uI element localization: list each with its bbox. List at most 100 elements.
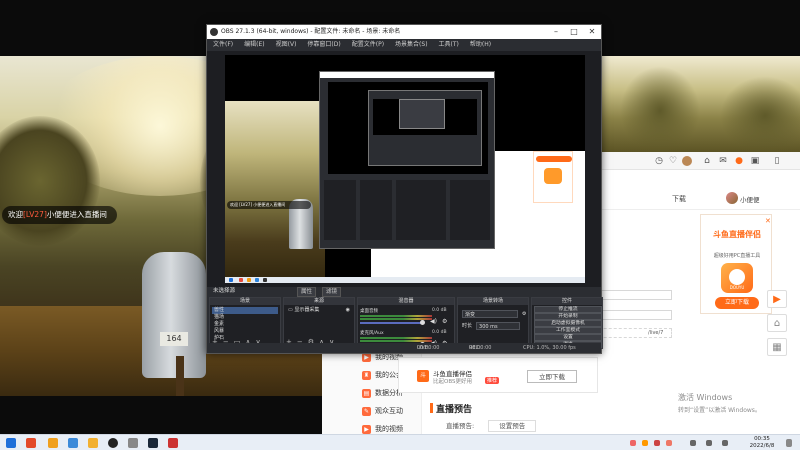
app-icon-2[interactable] [48,438,58,448]
menu-help[interactable]: 帮助(H) [470,39,491,51]
preview-promo-card [533,151,573,203]
scene-item[interactable]: 猫场 [212,314,278,321]
nested-dock [450,180,490,240]
obs-preview-canvas[interactable]: 欢迎 [LV27] 小便便进入直播间 [225,55,585,283]
gear-icon[interactable]: ⚙ [522,310,526,318]
duration-input[interactable]: 300 ms [476,322,521,330]
tray-icon[interactable] [666,440,672,446]
transition-select[interactable]: 渐变 [462,310,518,318]
app-icon-3[interactable] [88,438,98,448]
app-icon-1[interactable] [26,438,36,448]
filters-button[interactable]: 滤镜 [322,287,342,297]
live-time: 00:00:00 [417,345,440,351]
volume-icon[interactable] [706,440,712,446]
activate-line1: 激活 Windows [678,393,733,402]
sidebar-item-interaction[interactable]: ✎ 观众互动 [362,404,403,418]
channel-name: 麦克风/Aux [360,331,384,336]
sidebar-item-label: 我的视频 [375,425,403,433]
close-icon[interactable]: ✕ [765,217,771,225]
speaker-icon[interactable]: ◀) [430,318,437,325]
visibility-icon[interactable]: ◉ [346,307,352,314]
shirt-icon[interactable]: ⌂ [702,156,712,166]
menu-file[interactable]: 文件(F) [213,39,233,51]
obs-taskbar-icon[interactable] [108,438,118,448]
duration-label: 时长 [462,323,473,329]
start-recording-button[interactable]: 开始录制 [534,313,602,320]
volume-slider-handle[interactable] [420,320,425,325]
notification-icon[interactable] [786,439,792,447]
recharge-icon[interactable]: ● [734,156,744,166]
source-actions: 属性 滤镜 [297,287,342,297]
tree [720,76,800,152]
network-icon[interactable] [690,440,696,446]
mailbox-number: 164 [160,332,188,346]
input-method-icon[interactable] [722,440,728,446]
gear-icon[interactable]: ⚙ [442,318,447,325]
scene-item[interactable]: 兽性 [212,307,278,314]
obs-preview-area: 欢迎 [LV27] 小便便进入直播间 [207,51,601,287]
channel-db: 0.0 dB [432,330,447,335]
clock-date: 2022/6/8 [749,443,775,449]
history-icon[interactable]: ◷ [654,156,664,166]
gift-icon[interactable]: ✉ [718,156,728,166]
browser-icon[interactable] [68,438,78,448]
start-menu-icon[interactable] [6,438,16,448]
menu-profile[interactable]: 配置文件(P) [352,39,384,51]
home-icon[interactable]: ⌂ [767,314,787,332]
menu-edit[interactable]: 编辑(E) [244,39,264,51]
scenes-dock: 场景 兽性 猫场 金素 风暴 炉石 + − ▭ ∧ ∨ [209,297,281,349]
app-icon[interactable]: ▣ [750,156,760,166]
download-button[interactable]: 立即下载 [527,370,577,383]
chat-icon: ✎ [362,406,371,416]
properties-button[interactable]: 属性 [297,287,317,297]
stop-streaming-button[interactable]: 停止推流 [534,306,602,313]
app-icon-4[interactable] [128,438,138,448]
set-preview-button[interactable]: 设置预告 [488,420,537,432]
play-icon[interactable]: ▶ [767,290,787,308]
transitions-header: 场景转场 [458,298,528,305]
guild-icon: ♜ [362,370,371,380]
volume-slider[interactable] [360,322,422,324]
source-item[interactable]: ▭ 显示器采集 ◉ [286,307,352,314]
tray-icon[interactable] [654,440,660,446]
heart-icon[interactable]: ♡ [668,156,678,166]
obs-logo-icon [210,28,218,36]
steam-icon[interactable] [148,438,158,448]
download-link[interactable]: 下载 [672,194,686,204]
close-icon[interactable]: ✕ [583,25,601,39]
app-icon-5[interactable] [168,438,178,448]
live-preview-row: 直播预告: 设置预告 [446,420,537,432]
app-grid-icon[interactable]: ▦ [767,338,787,356]
sidebar-item-analytics[interactable]: ▤ 数据分析 [362,386,403,400]
nested-dock [396,180,446,240]
username[interactable]: 小便便 [740,194,760,204]
minimize-icon[interactable]: – [547,25,565,39]
menu-scene-collection[interactable]: 场景集合(S) [395,39,428,51]
settings-button[interactable]: 设置 [534,334,602,341]
maximize-icon[interactable]: □ [565,25,583,39]
avatar[interactable] [726,192,738,204]
mixer-channel-desktop: 桌面音频 0.0 dB ◀) ⚙ [360,308,452,326]
clock[interactable]: 00:35 2022/6/8 [742,436,782,450]
preview-start-icon [229,278,233,282]
preview-app-icon [239,278,243,282]
virtual-camera-button[interactable]: 启动虚拟摄像机 [534,320,602,327]
preview-promo-title [536,156,572,162]
tray-icon[interactable] [642,440,648,446]
partner-download-card: 斗 斗鱼直播伴侣 比起OBS更好用 推荐 立即下载 [398,357,598,393]
recommend-badge: 推荐 [485,377,500,384]
tray-icon[interactable] [630,440,636,446]
preview-nested-obs [319,71,495,249]
sidebar-item-guild[interactable]: ♜ 我的公会 [362,368,403,382]
scene-item[interactable]: 风暴 [212,328,278,335]
phone-icon[interactable]: ▯ [772,156,782,166]
studio-mode-button[interactable]: 工作室模式 [534,327,602,334]
sources-header: 来源 [284,298,354,305]
promo-download-button[interactable]: 立即下载 [715,297,759,309]
scene-item[interactable]: 金素 [212,321,278,328]
avatar[interactable] [682,156,692,166]
menu-docks[interactable]: 停靠窗口(D) [307,39,340,51]
menu-view[interactable]: 视图(V) [276,39,297,51]
nested-obs-2 [368,90,482,166]
menu-tools[interactable]: 工具(T) [439,39,459,51]
